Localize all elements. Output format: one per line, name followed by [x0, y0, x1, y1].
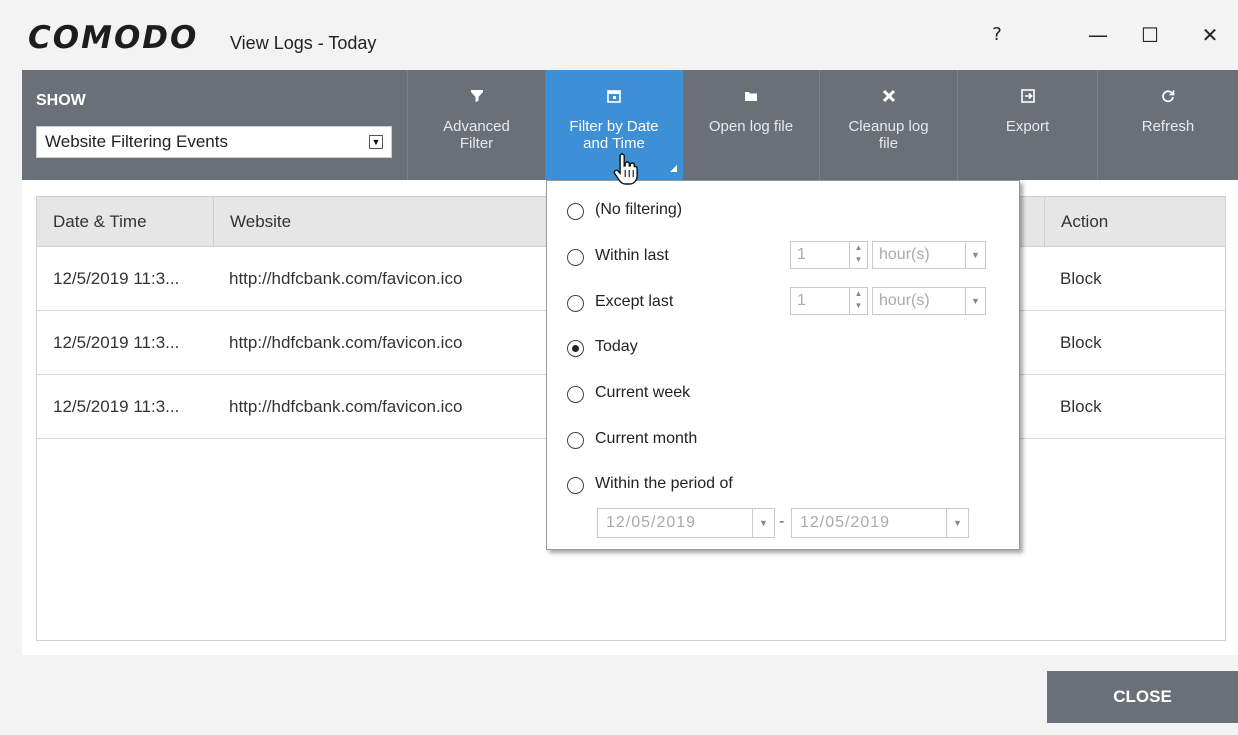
period-separator: - [779, 513, 785, 530]
option-label: Today [595, 338, 638, 355]
refresh-button[interactable]: Refresh [1097, 70, 1238, 180]
refresh-label: Refresh [1141, 118, 1195, 135]
advanced-filter-label-2: Filter [459, 135, 494, 152]
within-last-stepper[interactable]: 1 ▲ ▼ [790, 241, 868, 269]
except-last-stepper[interactable]: 1 ▲ ▼ [790, 287, 868, 315]
radio-today[interactable] [567, 340, 584, 357]
period-to-date[interactable]: 12/05/2019 ▼ [791, 508, 969, 538]
stepper-value: 1 [797, 246, 806, 263]
column-header-action[interactable]: Action [1044, 197, 1227, 247]
row-website: http://hdfcbank.com/favicon.ico [229, 269, 463, 288]
date-value: 12/05/2019 [800, 514, 891, 531]
refresh-icon [1098, 88, 1238, 110]
stepper-value: 1 [797, 292, 806, 309]
radio-current-week[interactable] [567, 386, 584, 403]
close-window-button[interactable]: ✕ [1190, 18, 1230, 52]
open-log-file-button[interactable]: Open log file [683, 70, 819, 180]
x-icon [820, 88, 957, 110]
date-value: 12/05/2019 [606, 514, 697, 531]
maximize-button[interactable]: ☐ [1130, 18, 1170, 52]
option-label: Current month [595, 430, 698, 447]
unit-value: hour(s) [879, 246, 930, 263]
option-label: Within the period of [595, 475, 733, 492]
close-button[interactable]: CLOSE [1047, 671, 1238, 723]
radio-except-last[interactable] [567, 295, 584, 312]
chevron-down-icon: ▼ [965, 288, 985, 314]
cleanup-label-2: file [878, 135, 899, 152]
date-filter-popup: (No filtering) Within last 1 ▲ ▼ hour(s) … [546, 180, 1020, 550]
dropdown-corner-icon [670, 165, 677, 172]
funnel-icon [408, 88, 545, 110]
row-datetime: 12/5/2019 11:3... [53, 269, 180, 288]
filter-date-label-1: Filter by Date [569, 118, 659, 135]
within-last-unit-select[interactable]: hour(s) ▼ [872, 241, 986, 269]
show-dropdown[interactable]: Website Filtering Events ▼ [36, 126, 392, 158]
radio-within-period[interactable] [567, 477, 584, 494]
title-bar: COMODO View Logs - Today ? — ☐ ✕ [0, 0, 1238, 70]
period-from-date[interactable]: 12/05/2019 ▼ [597, 508, 775, 538]
row-datetime: 12/5/2019 11:3... [53, 397, 180, 416]
option-label: (No filtering) [595, 201, 683, 218]
cleanup-label-1: Cleanup log [848, 118, 929, 135]
help-button[interactable]: ? [977, 18, 1017, 52]
export-icon [958, 88, 1097, 110]
chevron-down-icon: ▼ [752, 509, 774, 537]
stepper-arrows-icon[interactable]: ▲ ▼ [849, 288, 867, 314]
window-title: View Logs - Today [230, 33, 377, 53]
open-log-label: Open log file [708, 118, 794, 135]
option-label: Within last [595, 247, 669, 264]
chevron-down-icon: ▼ [946, 509, 968, 537]
show-label: SHOW [36, 92, 86, 109]
hand-cursor-icon [613, 152, 649, 192]
advanced-filter-button[interactable]: Advanced Filter [407, 70, 545, 180]
column-header-datetime[interactable]: Date & Time [37, 197, 213, 247]
advanced-filter-label-1: Advanced [443, 118, 510, 135]
stepper-arrows-icon[interactable]: ▲ ▼ [849, 242, 867, 268]
comodo-logo: COMODO [28, 20, 199, 56]
radio-within-last[interactable] [567, 249, 584, 266]
show-dropdown-value: Website Filtering Events [45, 132, 228, 151]
dropdown-arrow-icon: ▼ [369, 135, 383, 149]
folder-icon [683, 88, 819, 110]
minimize-button[interactable]: — [1078, 18, 1118, 52]
row-datetime: 12/5/2019 11:3... [53, 333, 180, 352]
row-action: Block [1060, 397, 1102, 416]
option-label: Current week [595, 384, 691, 401]
row-website: http://hdfcbank.com/favicon.ico [229, 397, 463, 416]
cleanup-log-file-button[interactable]: Cleanup log file [819, 70, 957, 180]
row-action: Block [1060, 269, 1102, 288]
except-last-unit-select[interactable]: hour(s) ▼ [872, 287, 986, 315]
radio-current-month[interactable] [567, 432, 584, 449]
calendar-icon [545, 88, 683, 110]
export-button[interactable]: Export [957, 70, 1097, 180]
row-website: http://hdfcbank.com/favicon.ico [229, 333, 463, 352]
export-label: Export [1005, 118, 1050, 135]
radio-no-filtering[interactable] [567, 203, 584, 220]
chevron-down-icon: ▼ [965, 242, 985, 268]
filter-date-label-2: and Time [583, 135, 645, 152]
option-label: Except last [595, 293, 674, 310]
row-action: Block [1060, 333, 1102, 352]
unit-value: hour(s) [879, 292, 930, 309]
